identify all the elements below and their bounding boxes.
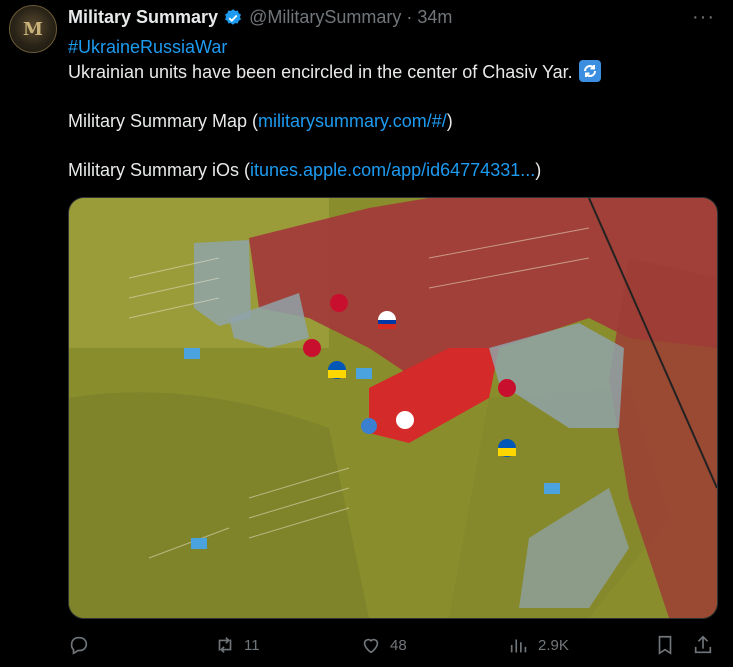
tweet-text: Ukrainian units have been encircled in t… [68,62,573,82]
reply-icon [70,636,88,655]
reply-button[interactable] [68,634,98,656]
like-button[interactable]: 48 [360,634,407,656]
action-bar: 11 48 2.9K [68,634,716,660]
retweet-icon [218,637,232,653]
tweet-line-1: Ukrainian units have been encircled in t… [68,60,601,84]
map-link-label: Military Summary Map ( [68,111,259,131]
avatar-monogram: M [23,18,43,40]
map-image[interactable] [68,197,718,619]
display-name[interactable]: Military Summary [68,7,218,28]
share-button[interactable] [692,634,714,656]
more-icon[interactable]: ··· [692,6,715,29]
ios-link-line: Military Summary iOs (itunes.apple.com/a… [68,158,541,182]
bookmark-button[interactable] [654,634,676,656]
retweet-count: 11 [244,636,260,654]
like-count: 48 [390,636,407,654]
separator-dot: · [406,7,413,27]
retweet-button[interactable]: 11 [214,634,260,656]
views-count: 2.9K [538,636,569,654]
ios-link-label: Military Summary iOs ( [68,160,251,180]
views-button[interactable]: 2.9K [508,634,569,656]
handle[interactable]: @MilitarySummary [249,7,401,28]
verified-badge-icon [225,8,241,25]
tweet-header: Military Summary @MilitarySummary · 34m [68,7,452,28]
share-icon [694,635,712,654]
map-link-close: ) [446,111,453,131]
bookmark-icon [658,635,672,655]
hashtag-link[interactable]: #UkraineRussiaWar [68,37,227,57]
like-icon [363,638,379,654]
views-icon [510,639,527,653]
map-link-line: Military Summary Map (militarysummary.co… [68,109,453,133]
avatar[interactable]: M [9,5,57,53]
timestamp[interactable]: 34m [417,7,452,28]
ios-link[interactable]: itunes.apple.com/app/id64774331... [250,160,535,180]
ios-link-close: ) [535,160,542,180]
map-link[interactable]: militarysummary.com/#/ [258,111,447,131]
refresh-emoji-icon [578,60,601,83]
